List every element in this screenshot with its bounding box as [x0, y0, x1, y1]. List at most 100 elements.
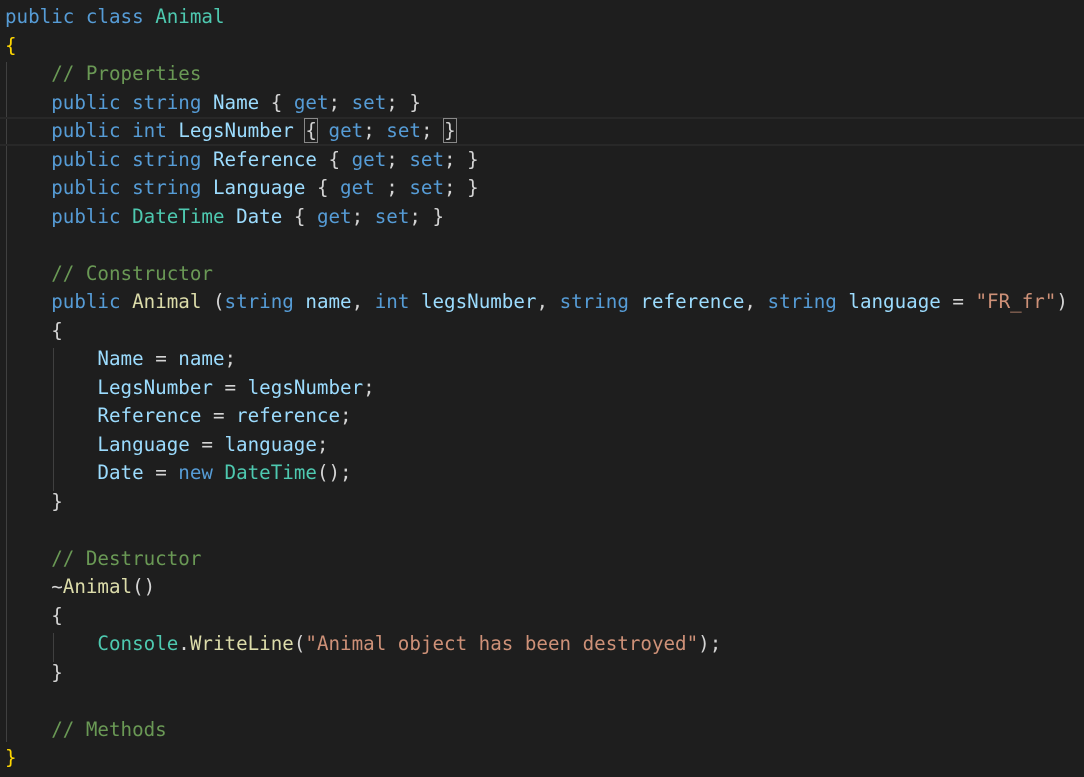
keyword-token: new — [178, 461, 213, 484]
code-line-22[interactable]: { — [0, 602, 1084, 631]
punctuation-token — [5, 62, 51, 85]
identifier-token: language — [224, 432, 317, 456]
punctuation-token: { — [316, 147, 352, 171]
punctuation-token — [837, 290, 849, 313]
code-line-26[interactable]: // Methods — [0, 716, 1084, 745]
keyword-token: get — [316, 204, 352, 228]
punctuation-token — [5, 119, 51, 142]
identifier-token: Reference — [97, 404, 202, 427]
punctuation-token — [121, 91, 133, 114]
code-line-16[interactable]: Language = language; — [0, 431, 1084, 460]
punctuation-token: = — [189, 432, 225, 456]
punctuation-token — [5, 262, 51, 285]
punctuation-token — [317, 119, 329, 142]
keyword-token: string — [132, 90, 202, 114]
code-line-4[interactable]: public string Name { get; set; } — [0, 89, 1084, 118]
keyword-token: public — [51, 204, 121, 228]
punctuation-token — [201, 176, 213, 199]
method-name-token: WriteLine — [189, 632, 294, 655]
punctuation-token — [5, 176, 51, 199]
punctuation-token: = — [212, 375, 248, 399]
code-line-8[interactable]: public DateTime Date { get; set; } — [0, 203, 1084, 232]
code-line-15[interactable]: Reference = reference; — [0, 402, 1084, 431]
keyword-token: set — [374, 204, 410, 228]
punctuation-token — [5, 148, 51, 171]
punctuation-token — [144, 5, 156, 28]
code-line-21[interactable]: ~Animal() — [0, 573, 1084, 602]
code-line-11[interactable]: public Animal (string name, int legsNumb… — [0, 288, 1084, 317]
code-line-14[interactable]: LegsNumber = legsNumber; — [0, 374, 1084, 403]
keyword-token: class — [85, 5, 144, 28]
code-line-13[interactable]: Name = name; — [0, 345, 1084, 374]
punctuation-token: ) — [1056, 290, 1068, 313]
code-line-27[interactable]: } — [0, 744, 1084, 773]
punctuation-token — [121, 290, 133, 313]
punctuation-token: ~ — [5, 575, 63, 598]
punctuation-token: ; — [363, 119, 387, 142]
code-line-3[interactable]: // Properties — [0, 60, 1084, 89]
keyword-token: get — [328, 119, 364, 142]
code-line-5[interactable]: public int LegsNumber { get; set; } — [0, 117, 1084, 146]
keyword-token: get — [351, 147, 387, 171]
punctuation-token: } — [5, 489, 63, 513]
punctuation-token: = — [143, 461, 179, 484]
identifier-token: legsNumber — [247, 375, 364, 399]
code-line-9[interactable] — [0, 231, 1084, 260]
punctuation-token — [5, 404, 97, 427]
punctuation-token — [121, 119, 133, 142]
punctuation-token — [225, 205, 237, 228]
keyword-token: set — [409, 176, 445, 199]
punctuation-token: ; } — [444, 147, 479, 171]
identifier-token: Name — [97, 347, 144, 370]
punctuation-token: { — [5, 603, 63, 627]
punctuation-token — [121, 205, 133, 228]
keyword-token: string — [224, 290, 294, 313]
keyword-token: public — [51, 119, 121, 142]
identifier-token: Name — [212, 90, 260, 114]
punctuation-token — [5, 347, 97, 370]
code-line-24[interactable]: } — [0, 659, 1084, 688]
code-line-17[interactable]: Date = new DateTime(); — [0, 459, 1084, 488]
code-line-18[interactable]: } — [0, 488, 1084, 517]
keyword-token: set — [386, 119, 421, 142]
code-line-1[interactable]: public class Animal — [0, 3, 1084, 32]
code-line-10[interactable]: // Constructor — [0, 260, 1084, 289]
code-line-2[interactable]: { — [0, 32, 1084, 61]
punctuation-token — [167, 119, 179, 142]
punctuation-token: ; } — [409, 204, 445, 228]
identifier-token: reference — [640, 290, 745, 313]
punctuation-token — [5, 376, 97, 399]
punctuation-token: ; — [363, 375, 375, 399]
identifier-token: Date — [236, 204, 283, 228]
code-editor[interactable]: public class Animal{ // Properties publi… — [0, 0, 1084, 777]
identifier-token: name — [305, 290, 352, 313]
keyword-token: public — [51, 90, 121, 114]
punctuation-token — [74, 5, 86, 28]
identifier-token: Language — [97, 432, 190, 456]
code-line-6[interactable]: public string Reference { get; set; } — [0, 146, 1084, 175]
punctuation-token — [121, 176, 133, 199]
punctuation-token — [5, 547, 51, 570]
type-token: Console — [97, 632, 179, 655]
keyword-token: set — [351, 90, 387, 114]
keyword-token: public — [5, 5, 75, 28]
punctuation-token: (); — [316, 461, 352, 484]
code-line-25[interactable] — [0, 687, 1084, 716]
keyword-token: string — [559, 290, 629, 313]
punctuation-token: ( — [201, 290, 225, 313]
identifier-token: Date — [97, 461, 144, 484]
code-line-7[interactable]: public string Language { get ; set; } — [0, 174, 1084, 203]
identifier-token: LegsNumber — [178, 119, 294, 142]
identifier-token: Reference — [212, 147, 317, 171]
punctuation-token: ; — [340, 404, 352, 427]
keyword-token: set — [409, 147, 445, 171]
code-line-23[interactable]: Console.WriteLine("Animal object has bee… — [0, 630, 1084, 659]
code-line-20[interactable]: // Destructor — [0, 545, 1084, 574]
code-line-12[interactable]: { — [0, 317, 1084, 346]
keyword-token: get — [293, 90, 329, 114]
code-line-19[interactable] — [0, 516, 1084, 545]
punctuation-token: , — [744, 290, 768, 313]
keyword-token: public — [51, 147, 121, 171]
punctuation-token: ; — [328, 90, 352, 114]
punctuation-token: ; — [224, 347, 237, 370]
